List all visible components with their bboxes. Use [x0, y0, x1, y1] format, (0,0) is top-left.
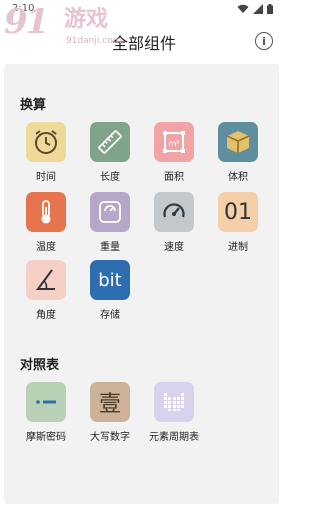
- tile-label: 时间: [36, 172, 56, 183]
- cube-icon: [218, 122, 258, 162]
- area-square-icon: m²: [154, 122, 194, 162]
- chinese-numeral-glyph: 壹: [98, 392, 121, 417]
- morse-code-icon: [26, 382, 66, 422]
- tile-time[interactable]: 时间: [20, 122, 72, 183]
- signal-icon: [253, 4, 263, 14]
- binary-glyph: 01: [224, 199, 252, 225]
- scale-icon: [90, 192, 130, 232]
- tile-chinese-numerals[interactable]: 壹 大写数字: [84, 382, 136, 443]
- svg-text:m²: m²: [169, 139, 180, 148]
- tile-label: 速度: [164, 242, 184, 253]
- watermark-name: 游戏: [64, 7, 109, 32]
- tile-label: 面积: [164, 172, 184, 183]
- watermark-logo: 91 游戏 91danji.com: [4, 2, 134, 52]
- info-icon: i: [262, 34, 266, 48]
- binary-icon: 01: [218, 192, 258, 232]
- storage-glyph: bit: [98, 269, 122, 291]
- watermark-number: 91: [4, 2, 49, 42]
- tile-label: 重量: [100, 242, 120, 253]
- tile-storage[interactable]: bit 存储: [84, 260, 136, 321]
- tile-label: 体积: [228, 172, 248, 183]
- tile-label: 元素周期表: [149, 432, 199, 443]
- tile-volume[interactable]: 体积: [212, 122, 264, 183]
- tile-label: 温度: [36, 242, 56, 253]
- tile-label: 摩斯密码: [26, 432, 66, 443]
- tile-periodic-table[interactable]: 元素周期表: [148, 382, 200, 443]
- tile-morse-code[interactable]: 摩斯密码: [20, 382, 72, 443]
- tile-label: 长度: [100, 172, 120, 183]
- thermometer-icon: [26, 192, 66, 232]
- periodic-table-icon: [154, 382, 194, 422]
- battery-icon: [267, 4, 273, 14]
- clock-icon: [26, 122, 66, 162]
- tile-weight[interactable]: 重量: [84, 192, 136, 253]
- tile-label: 进制: [228, 242, 248, 253]
- tile-label: 大写数字: [90, 432, 130, 443]
- angle-icon: [26, 260, 66, 300]
- watermark-url: 91danji.com: [66, 36, 122, 46]
- tile-speed[interactable]: 速度: [148, 192, 200, 253]
- wifi-icon: [237, 4, 249, 13]
- section-title-conversion: 换算: [20, 98, 47, 113]
- section-title-reference: 对照表: [20, 358, 60, 373]
- tile-label: 存储: [100, 310, 120, 321]
- tile-temperature[interactable]: 温度: [20, 192, 72, 253]
- tile-base[interactable]: 01 进制: [212, 192, 264, 253]
- tile-area[interactable]: m² 面积: [148, 122, 200, 183]
- info-button[interactable]: i: [255, 32, 273, 50]
- chinese-numeral-icon: 壹: [90, 382, 130, 422]
- tile-label: 角度: [36, 310, 56, 321]
- tile-angle[interactable]: 角度: [20, 260, 72, 321]
- widget-panel: 换算 时间 长度 m² 面积 体积 温度 重量 速度 01 进制 角度 bit …: [4, 64, 279, 504]
- tile-length[interactable]: 长度: [84, 122, 136, 183]
- speedometer-icon: [154, 192, 194, 232]
- ruler-icon: [90, 122, 130, 162]
- storage-bit-icon: bit: [90, 260, 130, 300]
- status-icons: [237, 4, 273, 14]
